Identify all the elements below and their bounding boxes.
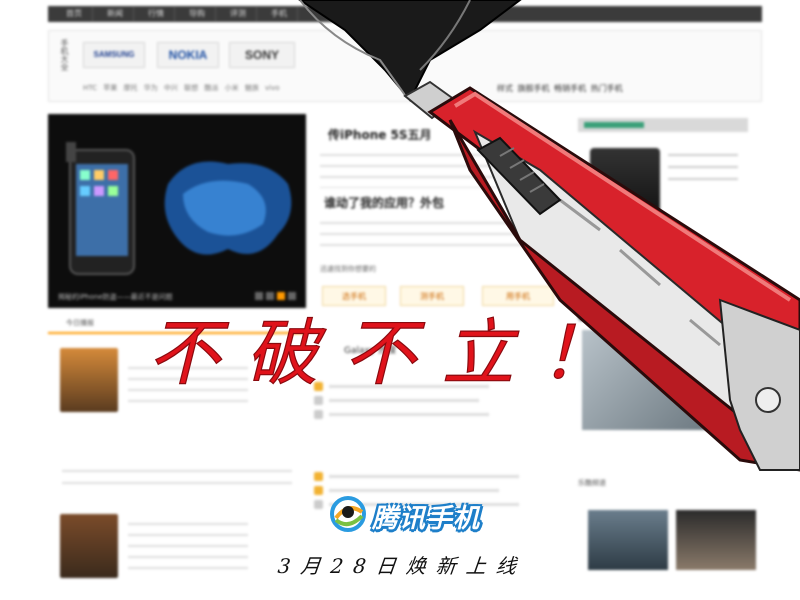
headline-2-summary xyxy=(320,216,560,250)
top-nav-bar: 首页 新闻 行情 导购 评测 手机 xyxy=(48,6,762,22)
pager-dot[interactable] xyxy=(288,292,296,300)
sidebar-phone-text xyxy=(668,148,738,184)
sidebar-rows: 嘉 欢 大喜欢 xyxy=(596,256,746,306)
quick-links-label: 迅速找到你想要的 xyxy=(320,265,376,273)
news-thumb[interactable] xyxy=(60,348,118,412)
news-paragraph xyxy=(62,464,292,488)
sidebar-thumb[interactable] xyxy=(676,510,756,570)
slogan-text: 不破不立！ xyxy=(148,311,638,395)
nav-item-phone[interactable]: 手机 xyxy=(261,7,298,21)
pager-dot[interactable] xyxy=(255,292,263,300)
brand-logo-samsung[interactable]: SAMSUNG xyxy=(83,42,145,68)
sidebar-row[interactable]: 嘉 欢 xyxy=(596,256,746,281)
headline-2[interactable]: 谁动了我的应用？外包 xyxy=(324,194,444,211)
headline-1[interactable]: 传iPhone 5S五月 xyxy=(328,126,432,143)
nav-item-guide[interactable]: 导购 xyxy=(179,7,216,21)
hero-banner[interactable]: 揭秘的iPhone防盗——最近不是问题 xyxy=(48,114,306,308)
phone-category-tabs[interactable]: 样式 旗舰手机 畅销手机 热门手机 xyxy=(497,83,623,94)
brand-area: 手机大全 SAMSUNG NOKIA SONY HTC 苹果 摩托 华为 中兴 … xyxy=(48,30,762,102)
headline-1-tail[interactable]: 提升 xyxy=(510,126,534,143)
pager-dot[interactable] xyxy=(266,292,274,300)
sidebar-phone-image[interactable] xyxy=(590,148,660,218)
sidebar-header xyxy=(578,118,748,132)
headline-panel: 传iPhone 5S五月 提升 谁动了我的应用？外包 迅速找到你想要的 选手机 … xyxy=(314,114,564,310)
hero-pager[interactable] xyxy=(255,292,296,300)
nav-item-news[interactable]: 新闻 xyxy=(97,7,134,21)
brand-logo-nokia[interactable]: NOKIA xyxy=(157,42,219,68)
nav-item-review[interactable]: 评测 xyxy=(220,7,257,21)
sidebar-bottom-label: 乐酷频道 xyxy=(578,479,606,487)
brand-link-row[interactable]: HTC 苹果 摩托 华为 中兴 联想 酷派 小米 魅族 vivo xyxy=(83,83,280,93)
hero-image xyxy=(48,114,306,308)
brand-area-label: 手机大全 xyxy=(60,39,69,71)
news-thumb[interactable] xyxy=(60,514,118,578)
news-item-text[interactable] xyxy=(128,518,248,578)
brand-logo-sony[interactable]: SONY xyxy=(229,42,295,68)
slogan-graphic: 不破不立！ xyxy=(147,310,638,395)
pager-dot-active[interactable] xyxy=(277,292,285,300)
news-tab-label: 今日播报 xyxy=(66,319,94,327)
launch-date-text: 3月28日焕新上线 xyxy=(276,554,528,578)
qq-penguin-icon xyxy=(342,506,354,518)
nav-item-home[interactable]: 首页 xyxy=(56,7,93,21)
sidebar-thumb[interactable] xyxy=(588,510,668,570)
headline-1-summary xyxy=(320,148,560,188)
nav-item-market[interactable]: 行情 xyxy=(138,7,175,21)
tencent-logo-text: 腾讯手机 xyxy=(372,504,481,534)
